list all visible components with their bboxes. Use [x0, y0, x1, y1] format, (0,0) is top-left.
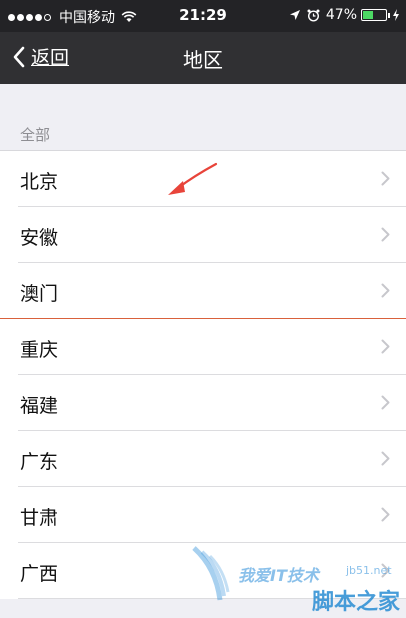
- chevron-right-icon: [381, 171, 390, 186]
- chevron-right-icon: [381, 395, 390, 410]
- list-item-guangxi[interactable]: 广西: [18, 543, 406, 599]
- list-item-label: 重庆: [20, 339, 59, 361]
- chevron-right-icon: [381, 563, 390, 578]
- alarm-icon: [307, 9, 320, 22]
- charging-icon: [393, 9, 399, 21]
- list-item-label: 广东: [20, 451, 59, 473]
- page-title: 地区: [183, 48, 223, 72]
- list-item-anhui[interactable]: 安徽: [18, 207, 406, 263]
- list-item-chongqing[interactable]: 重庆: [18, 319, 406, 375]
- list-item-fujian[interactable]: 福建: [18, 375, 406, 431]
- list-item-gansu[interactable]: 甘肃: [18, 487, 406, 543]
- chevron-right-icon: [381, 507, 390, 522]
- chevron-right-icon: [381, 451, 390, 466]
- battery-fill: [363, 11, 373, 19]
- list-item-label: 澳门: [20, 283, 59, 305]
- red-arrow-icon: [168, 162, 218, 195]
- status-bar: 中国移动 21:29 47%: [0, 0, 406, 32]
- chevron-right-icon: [381, 227, 390, 242]
- location-icon: [289, 10, 300, 20]
- status-right: 47%: [289, 7, 400, 23]
- chevron-right-icon: [381, 283, 390, 298]
- list-item-label: 广西: [20, 563, 59, 585]
- chevron-right-icon: [381, 339, 390, 354]
- battery-percent: 47%: [325, 7, 357, 23]
- section-header: 全部: [20, 126, 51, 144]
- list-item-label: 福建: [20, 395, 59, 417]
- battery-tip: [388, 12, 390, 18]
- list-item-label: 甘肃: [20, 507, 59, 529]
- list-item-macau[interactable]: 澳门: [0, 263, 406, 319]
- region-list: 北京 安徽 澳门 重庆 福建 广东 甘肃 广西: [0, 150, 406, 599]
- list-item-label: 安徽: [20, 227, 59, 249]
- nav-bar: 返回 地区: [0, 32, 406, 84]
- battery-icon: [361, 9, 387, 21]
- list-item-guangdong[interactable]: 广东: [18, 431, 406, 487]
- list-item-label: 北京: [20, 171, 59, 193]
